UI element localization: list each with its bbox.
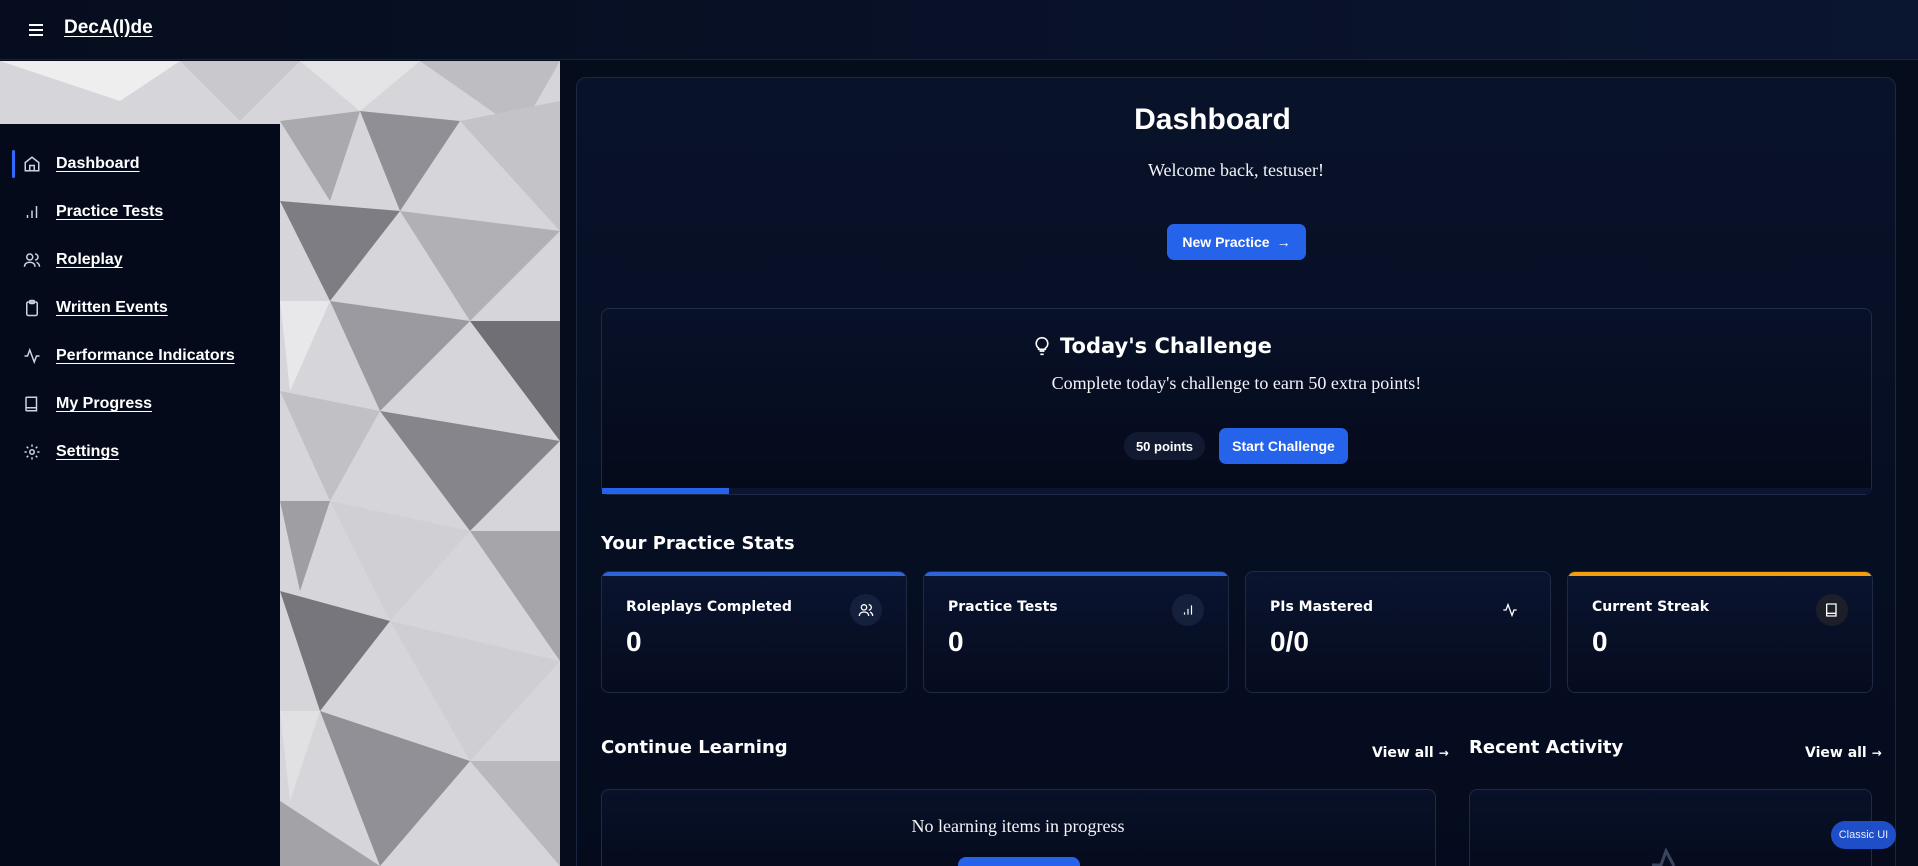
sidebar-item-label: Roleplay: [56, 251, 123, 268]
challenge-progress-fill: [602, 488, 729, 494]
sidebar-item-performance-indicators[interactable]: Performance Indicators: [12, 336, 268, 376]
menu-icon: [29, 24, 43, 36]
bar-chart-icon: [22, 202, 42, 222]
sidebar-item-label: Practice Tests: [56, 203, 164, 220]
stat-value: 0: [1592, 626, 1608, 657]
stat-value: 0/0: [1270, 626, 1309, 657]
challenge-title-text: Today's Challenge: [1060, 334, 1272, 358]
book-icon: [22, 394, 42, 414]
sidebar: Dashboard Practice Tests Roleplay Writte…: [0, 124, 280, 866]
sidebar-item-label: My Progress: [56, 395, 153, 412]
sidebar-item-label: Written Events: [56, 299, 168, 316]
recent-activity-heading: Recent Activity: [1469, 737, 1624, 758]
stats-heading: Your Practice Stats: [601, 533, 795, 554]
sidebar-item-practice-tests[interactable]: Practice Tests: [12, 192, 268, 232]
challenge-progress-bar: [602, 488, 1871, 494]
activity-icon: [22, 346, 42, 366]
challenge-title: Today's Challenge: [1032, 334, 1272, 358]
arrow-right-icon: →: [1871, 746, 1882, 760]
stat-card-practice-tests: Practice Tests 0: [923, 571, 1229, 693]
stat-label: Practice Tests: [948, 599, 1058, 615]
top-bar: DecA(I)de: [0, 0, 1918, 60]
activity-icon: [1494, 594, 1526, 626]
bar-chart-icon: [1172, 594, 1204, 626]
stat-value: 0: [948, 626, 964, 657]
users-icon: [22, 250, 42, 270]
arrow-right-icon: →: [1438, 746, 1449, 760]
lightbulb-icon: [1035, 336, 1049, 356]
continue-learning-heading: Continue Learning: [601, 737, 788, 758]
clipboard-icon: [22, 298, 42, 318]
sidebar-item-written-events[interactable]: Written Events: [12, 288, 268, 328]
menu-button[interactable]: [20, 16, 52, 44]
activity-view-all-link[interactable]: View all →: [1805, 745, 1882, 761]
start-challenge-button[interactable]: Start Challenge: [1219, 428, 1348, 464]
users-icon: [850, 594, 882, 626]
settings-icon: [22, 442, 42, 462]
classic-ui-button[interactable]: Classic UI: [1831, 821, 1896, 849]
new-practice-label: New Practice: [1182, 234, 1270, 250]
page-title: Dashboard: [1134, 103, 1291, 136]
view-all-label: View all: [1372, 745, 1434, 761]
book-icon: [1816, 594, 1848, 626]
learning-view-all-link[interactable]: View all →: [1372, 745, 1449, 761]
arrow-right-icon: →: [1276, 234, 1291, 250]
points-badge: 50 points: [1124, 432, 1205, 460]
stat-card-current-streak: Current Streak 0: [1567, 571, 1873, 693]
sidebar-item-label: Settings: [56, 443, 120, 460]
stat-card-pis-mastered: PIs Mastered 0/0: [1245, 571, 1551, 693]
stat-label: PIs Mastered: [1270, 599, 1373, 615]
sidebar-item-settings[interactable]: Settings: [12, 432, 268, 472]
challenge-description: Complete today's challenge to earn 50 ex…: [1051, 373, 1422, 393]
new-practice-button[interactable]: New Practice →: [1167, 224, 1306, 260]
activity-icon: [1652, 847, 1676, 866]
app-title[interactable]: DecA(I)de: [64, 17, 153, 39]
stat-label: Roleplays Completed: [626, 599, 792, 615]
sidebar-item-label: Performance Indicators: [56, 347, 235, 364]
browse-learning-button[interactable]: [958, 857, 1080, 866]
welcome-message: Welcome back, testuser!: [1148, 160, 1324, 180]
sidebar-item-roleplay[interactable]: Roleplay: [12, 240, 268, 280]
stat-card-roleplays: Roleplays Completed 0: [601, 571, 907, 693]
view-all-label: View all: [1805, 745, 1867, 761]
stat-label: Current Streak: [1592, 599, 1710, 615]
stat-value: 0: [626, 626, 642, 657]
